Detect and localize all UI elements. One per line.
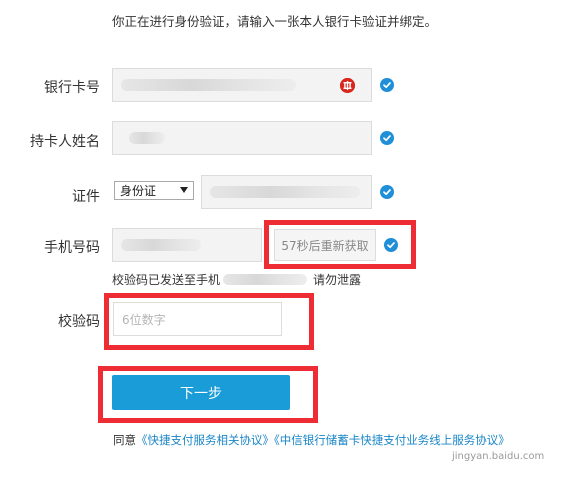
masked-id-number bbox=[210, 186, 360, 198]
sms-sent-note-prefix: 校验码已发送至手机 bbox=[112, 273, 221, 287]
cardholder-label: 持卡人姓名 bbox=[30, 134, 100, 150]
verify-code-placeholder: 6位数字 bbox=[122, 312, 166, 327]
phone-input[interactable] bbox=[112, 228, 262, 262]
masked-phone-in-note bbox=[223, 274, 307, 285]
id-type-select[interactable]: 身份证 bbox=[114, 181, 194, 200]
id-doc-label: 证件 bbox=[72, 189, 100, 205]
phone-label: 手机号码 bbox=[44, 240, 100, 256]
citic-agreement-link[interactable]: 《中信银行储蓄卡快捷支付业务线上服务协议》 bbox=[274, 433, 510, 447]
masked-cardholder-name bbox=[129, 132, 165, 144]
resend-code-button[interactable]: 57秒后重新获取 bbox=[274, 229, 376, 261]
id-number-input[interactable] bbox=[201, 175, 372, 209]
fast-pay-agreement-link[interactable]: 《快捷支付服务相关协议》 bbox=[136, 433, 274, 447]
cardholder-check-icon bbox=[380, 131, 394, 145]
id-number-check-icon bbox=[380, 185, 394, 199]
bank-card-label: 银行卡号 bbox=[44, 80, 100, 96]
cardholder-input[interactable] bbox=[112, 121, 372, 155]
masked-card-number bbox=[121, 79, 296, 91]
agreement-line: 同意《快捷支付服务相关协议》《中信银行储蓄卡快捷支付业务线上服务协议》 bbox=[113, 432, 510, 448]
intro-text: 你正在进行身份验证，请输入一张本人银行卡验证并绑定。 bbox=[112, 14, 438, 29]
verify-code-label: 校验码 bbox=[58, 314, 100, 330]
watermark-text: jingyan.baidu.com bbox=[452, 451, 545, 462]
next-step-button[interactable]: 下一步 bbox=[112, 375, 290, 410]
masked-phone-number bbox=[121, 239, 201, 251]
bank-card-check-icon bbox=[380, 78, 394, 92]
sms-sent-note-suffix: 请勿泄露 bbox=[313, 273, 362, 287]
bank-card-input[interactable] bbox=[112, 68, 372, 102]
id-type-selected: 身份证 bbox=[120, 184, 157, 198]
agreement-prefix: 同意 bbox=[113, 433, 136, 447]
chevron-down-icon bbox=[180, 187, 188, 193]
verify-code-input[interactable]: 6位数字 bbox=[113, 302, 282, 336]
phone-check-icon bbox=[384, 238, 398, 252]
citic-bank-logo-icon bbox=[340, 78, 355, 93]
